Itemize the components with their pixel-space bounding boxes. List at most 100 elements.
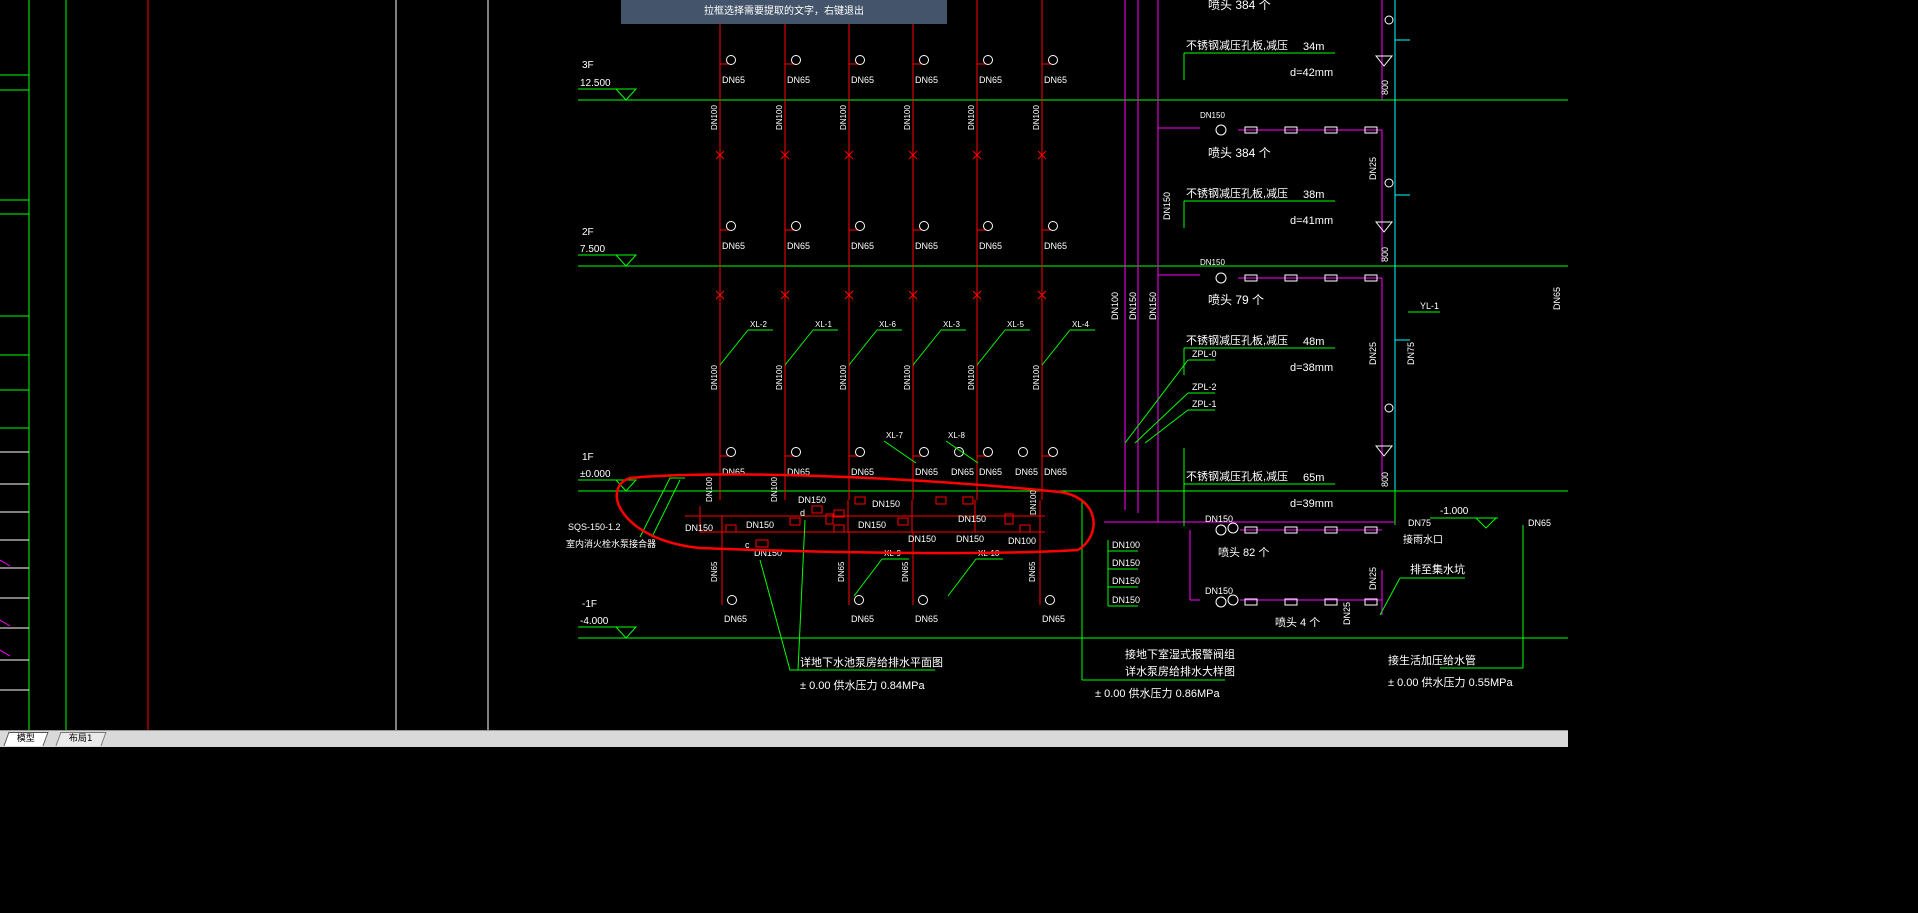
riser-label: XL-7 [886,431,903,440]
svg-text:DN75: DN75 [1408,518,1431,528]
orifice-diameter: d=38mm [1290,362,1333,374]
pipe-size-label: DN65 [722,75,745,85]
pipe-size-label: DN100 [903,365,912,390]
pressure-loss: 38m [1303,189,1324,201]
pipe-size-label: DN65 [851,75,874,85]
riser-label: XL-5 [1007,320,1024,329]
sprinkler-count: 喷头 384 个 [1208,146,1271,160]
pipe-size-label: DN100 [770,477,779,502]
svg-text:喷头 82 个: 喷头 82 个 [1218,546,1269,559]
pipe-size-label: DN100 [967,365,976,390]
svg-text:2F: 2F [582,227,594,238]
riser-label: XL-3 [943,320,960,329]
svg-text:DN150: DN150 [1148,292,1158,320]
svg-text:800: 800 [1380,247,1390,262]
svg-text:± 0.00 供水压力 0.55MPa: ± 0.00 供水压力 0.55MPa [1388,675,1514,689]
orifice-plate-label: 不锈钢减压孔板,减压 [1186,186,1288,200]
pipe-size-label: DN100 [1032,365,1041,390]
svg-text:800: 800 [1380,472,1390,487]
tab-model[interactable]: 模型 [3,732,49,746]
svg-text:ZPL-0: ZPL-0 [1192,349,1217,359]
svg-text:-4.000: -4.000 [580,616,609,627]
svg-text:±0.000: ±0.000 [580,469,611,480]
pipe-size-label: DN150 [1200,258,1225,267]
svg-text:DN75: DN75 [1406,342,1416,365]
svg-text:DN150: DN150 [798,495,826,505]
svg-text:详水泵房给排水大样图: 详水泵房给排水大样图 [1125,664,1235,678]
pressure-loss: 34m [1303,41,1324,53]
pipe-size-label: DN65 [1044,75,1067,85]
pipe-size-label: DN65 [724,614,747,624]
svg-text:12.500: 12.500 [580,78,611,89]
svg-text:喷头 4 个: 喷头 4 个 [1275,616,1320,629]
svg-text:DN65: DN65 [1552,287,1562,310]
svg-text:± 0.00 供水压力 0.86MPa: ± 0.00 供水压力 0.86MPa [1095,686,1221,700]
pipe-size-label: DN65 [915,75,938,85]
svg-text:DN100: DN100 [1112,540,1140,550]
cad-drawing-canvas[interactable]: 3F 12.500 2F 7.500 1F ±0.000 -1F -4.000 … [0,0,1568,730]
pipe-size-label: DN65 [787,241,810,251]
svg-text:ZPL-2: ZPL-2 [1192,382,1217,392]
svg-text:接生活加压给水管: 接生活加压给水管 [1388,653,1476,667]
pipe-size-label: DN100 [1029,490,1038,515]
orifice-plate-label: 不锈钢减压孔板,减压 [1186,333,1288,347]
svg-text:DN100: DN100 [1110,292,1120,320]
pipe-size-label: DN65 [722,241,745,251]
sprinkler-count: 喷头 79 个 [1208,293,1264,307]
pipe-size-label: DN65 [979,75,1002,85]
svg-text:800: 800 [1380,80,1390,95]
svg-text:室内消火栓水泵接合器: 室内消火栓水泵接合器 [566,538,656,549]
svg-text:接地下室湿式报警阀组: 接地下室湿式报警阀组 [1125,647,1235,661]
pipe-size-label: DN65 [851,467,874,477]
pipe-size-label: DN100 [775,105,784,130]
pipe-size-label: DN65 [787,75,810,85]
pipe-size-label: DN65 [1042,614,1065,624]
pipe-size-label: DN100 [967,105,976,130]
orifice-plate-label: 不锈钢减压孔板,减压 [1186,38,1288,52]
svg-text:DN150: DN150 [1205,514,1233,524]
pipe-size-label: DN100 [839,105,848,130]
pipe-size-label: DN100 [710,105,719,130]
pipe-size-label: DN65 [915,614,938,624]
svg-text:DN25: DN25 [1342,602,1352,625]
svg-text:DN25: DN25 [1368,157,1378,180]
svg-text:7.500: 7.500 [580,244,605,255]
pipe-size-label: DN100 [710,365,719,390]
pipe-size-label: DN100 [839,365,848,390]
riser-label: XL-8 [948,431,965,440]
svg-text:DN150: DN150 [1205,586,1233,596]
pipe-size-label: DN65 [851,614,874,624]
svg-text:DN150: DN150 [1112,595,1140,605]
riser-label: XL-6 [879,320,896,329]
pipe-size-label: DN65 [1015,467,1038,477]
pipe-size-label: DN65 [915,241,938,251]
svg-text:DN150: DN150 [858,520,886,530]
svg-text:DN150: DN150 [1162,192,1172,220]
orifice-diameter: d=39mm [1290,498,1333,510]
svg-text:DN150: DN150 [746,520,774,530]
pipe-size-label: DN100 [1032,105,1041,130]
svg-text:3F: 3F [582,60,594,71]
riser-label: XL-2 [750,320,767,329]
pipe-size-label: DN65 [951,467,974,477]
svg-text:± 0.00 供水压力 0.84MPa: ± 0.00 供水压力 0.84MPa [800,678,926,692]
pipe-size-label: DN65 [1044,467,1067,477]
svg-text:DN25: DN25 [1368,342,1378,365]
pressure-loss: 65m [1303,472,1324,484]
svg-text:ZPL-1: ZPL-1 [1192,399,1217,409]
pipe-size-label: DN100 [775,365,784,390]
svg-text:DN150: DN150 [956,534,984,544]
tab-layout1[interactable]: 布局1 [55,732,107,746]
pipe-size-label: DN100 [705,477,714,502]
pipe-size-label: DN65 [837,561,846,582]
pipe-size-label: DN100 [903,105,912,130]
svg-text:-1.000: -1.000 [1440,506,1469,517]
pipe-size-label: DN65 [710,561,719,582]
pipe-size-label: DN65 [851,241,874,251]
pressure-loss: 48m [1303,336,1324,348]
svg-text:详地下水池泵房给排水平面图: 详地下水池泵房给排水平面图 [800,655,943,669]
svg-text:DN150: DN150 [1128,292,1138,320]
orifice-plate-label: 不锈钢减压孔板,减压 [1186,469,1288,483]
svg-text:DN150: DN150 [872,499,900,509]
svg-text:1F: 1F [582,452,594,463]
